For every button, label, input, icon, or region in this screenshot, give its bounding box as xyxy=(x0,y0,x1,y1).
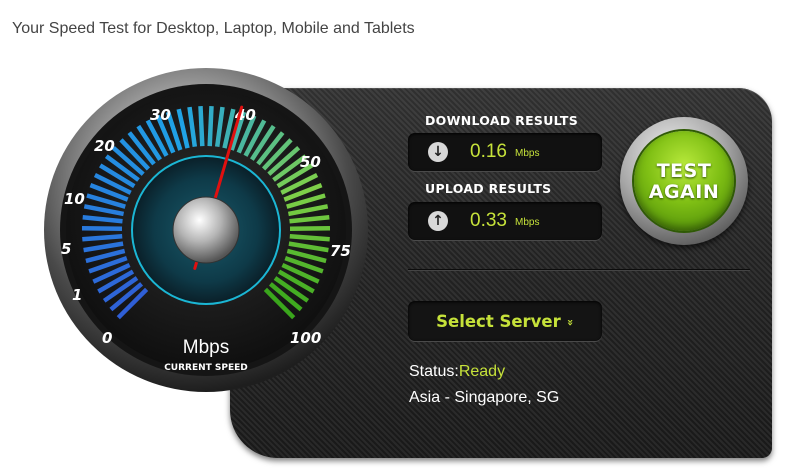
status-label: Status: xyxy=(409,363,459,380)
tick-label-10: 10 xyxy=(64,190,85,208)
gauge-segment xyxy=(289,233,330,242)
test-again-button-core: TEST AGAIN xyxy=(634,131,734,231)
panel-divider xyxy=(408,269,750,270)
test-again-line2: AGAIN xyxy=(648,181,720,203)
tick-label-20: 20 xyxy=(94,137,115,155)
gauge-segment xyxy=(198,105,205,147)
tick-label-30: 30 xyxy=(150,106,171,124)
tick-label-0: 0 xyxy=(102,329,112,347)
arrow-up-icon: ↑ xyxy=(428,211,448,231)
select-server-label: Select Server xyxy=(436,311,561,331)
download-value: 0.16 xyxy=(470,141,507,162)
upload-unit: Mbps xyxy=(515,217,540,228)
gauge-hub xyxy=(172,196,240,264)
arrow-down-icon: ↓ xyxy=(428,142,448,162)
gauge-unit: Mbps xyxy=(183,337,229,358)
status-line: Status:Ready xyxy=(409,363,505,381)
gauge-segment xyxy=(207,105,214,147)
gauge-segment xyxy=(82,233,123,242)
server-location: Asia - Singapore, SG xyxy=(409,389,560,406)
tick-label-50: 50 xyxy=(300,153,321,171)
download-result-box: ↓ 0.16 Mbps xyxy=(408,133,602,171)
upload-value: 0.33 xyxy=(470,210,507,231)
speed-gauge: 0 1 5 10 20 30 40 50 75 100 Mbps CURRENT… xyxy=(44,68,368,392)
upload-results-label: UPLOAD RESULTS xyxy=(425,181,552,196)
gauge-caption: CURRENT SPEED xyxy=(164,363,248,373)
page-title: Your Speed Test for Desktop, Laptop, Mob… xyxy=(12,20,415,37)
tick-label-100: 100 xyxy=(290,329,321,347)
test-again-line1: TEST xyxy=(656,160,712,182)
download-unit: Mbps xyxy=(515,148,540,159)
gauge-segment xyxy=(289,225,331,232)
test-again-label: TEST AGAIN xyxy=(634,161,734,203)
test-again-button[interactable]: TEST AGAIN xyxy=(620,117,748,245)
upload-result-box: ↑ 0.33 Mbps xyxy=(408,202,602,240)
gauge-segment xyxy=(81,225,123,232)
tick-label-1: 1 xyxy=(72,286,82,304)
status-value: Ready xyxy=(458,363,506,380)
select-server-button[interactable]: Select Server » xyxy=(408,301,602,341)
chevron-down-icon: » xyxy=(563,318,577,327)
tick-label-5: 5 xyxy=(61,240,71,258)
download-results-label: DOWNLOAD RESULTS xyxy=(425,113,579,128)
tick-label-75: 75 xyxy=(330,242,351,260)
